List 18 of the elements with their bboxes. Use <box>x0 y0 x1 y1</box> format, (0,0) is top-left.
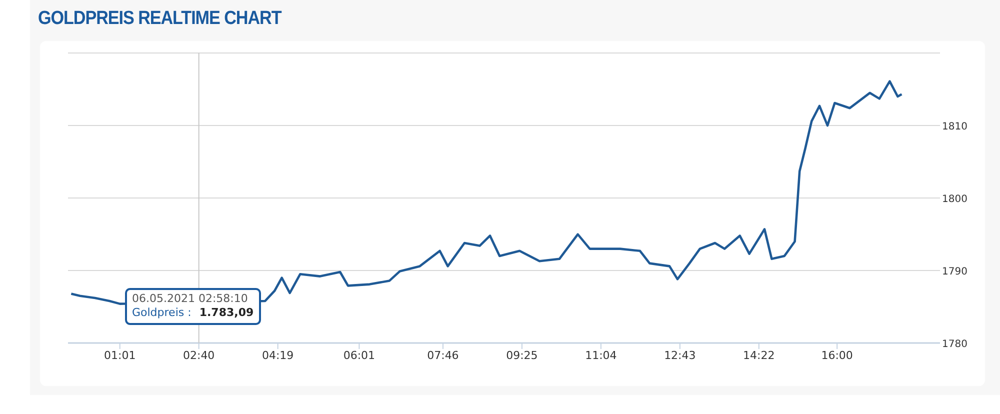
y-tick-label: 1790 <box>942 266 968 278</box>
x-tick-label: 01:01 <box>104 349 136 362</box>
x-tick-label: 09:25 <box>506 349 538 362</box>
y-tick-label: 1800 <box>942 194 968 205</box>
x-tick-label: 06:01 <box>343 349 376 362</box>
chart-title: GOLDPREIS REALTIME CHART <box>38 8 282 30</box>
x-tick-label: 11:04 <box>585 349 617 362</box>
y-tick-label: 1780 <box>942 339 968 350</box>
x-tick-label: 12:43 <box>664 349 696 362</box>
x-tick-label: 04:19 <box>262 349 294 362</box>
tooltip-date: 06.05.2021 02:58:10 <box>132 292 249 306</box>
x-tick-label: 14:22 <box>743 349 775 362</box>
tooltip-label: Goldpreis : <box>132 306 192 320</box>
x-tick-label: 07:46 <box>427 349 459 362</box>
x-tick-label: 16:00 <box>821 349 853 362</box>
y-tick-label: 1810 <box>942 122 968 132</box>
x-tick-label: 02:40 <box>183 349 215 362</box>
tooltip-value: 1.783,09 <box>199 306 254 320</box>
